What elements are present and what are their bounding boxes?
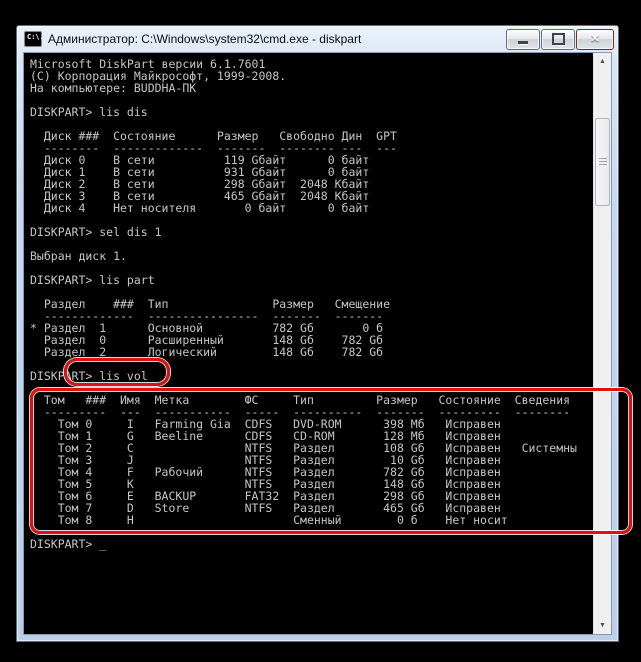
close-button[interactable]: ✕: [576, 28, 614, 50]
title-bar[interactable]: C:\. Администратор: C:\Windows\system32\…: [17, 26, 618, 52]
cmd-icon: C:\.: [24, 31, 44, 47]
console-line: DISKPART> sel dis 1: [30, 225, 162, 239]
console-client-area: Microsoft DiskPart версии 6.1.7601 (C) Ко…: [23, 52, 612, 635]
scroll-down-button[interactable]: ▼: [594, 617, 611, 634]
window-title: Администратор: C:\Windows\system32\cmd.e…: [48, 32, 362, 46]
maximize-icon: [551, 33, 565, 45]
cmd-window: C:\. Администратор: C:\Windows\system32\…: [16, 25, 619, 642]
console-line: DISKPART> _: [30, 537, 107, 551]
console-line: Том 8 H Сменный 0 б Нет носит: [30, 513, 508, 527]
console-line: DISKPART> lis part: [30, 273, 155, 287]
console-line: Выбран диск 1.: [30, 249, 127, 263]
cmd-icon-text: C:\.: [27, 33, 44, 41]
console-line: Диск 4 Нет носителя 0 байт 0 байт: [30, 201, 370, 215]
desktop-background: C:\. Администратор: C:\Windows\system32\…: [0, 0, 641, 662]
close-icon: ✕: [590, 32, 600, 45]
scroll-thumb-grip-icon: [598, 158, 607, 166]
minimize-icon: [518, 41, 528, 44]
console-line: Раздел 2 Логический 148 Gб 782 Gб: [30, 345, 384, 359]
console-line: DISKPART> lis dis: [30, 105, 148, 119]
scroll-thumb[interactable]: [595, 118, 610, 206]
scroll-track[interactable]: [594, 70, 611, 617]
vertical-scrollbar: ▲ ▼: [593, 53, 611, 634]
window-controls: ✕: [506, 28, 614, 50]
console-line: DISKPART> lis vol: [30, 369, 148, 383]
scroll-up-button[interactable]: ▲: [594, 53, 611, 70]
console-line: На компьютере: BUDDHA-ПК: [30, 81, 197, 95]
maximize-button[interactable]: [541, 28, 575, 50]
minimize-button[interactable]: [506, 28, 540, 50]
console-output[interactable]: Microsoft DiskPart версии 6.1.7601 (C) Ко…: [24, 53, 593, 634]
